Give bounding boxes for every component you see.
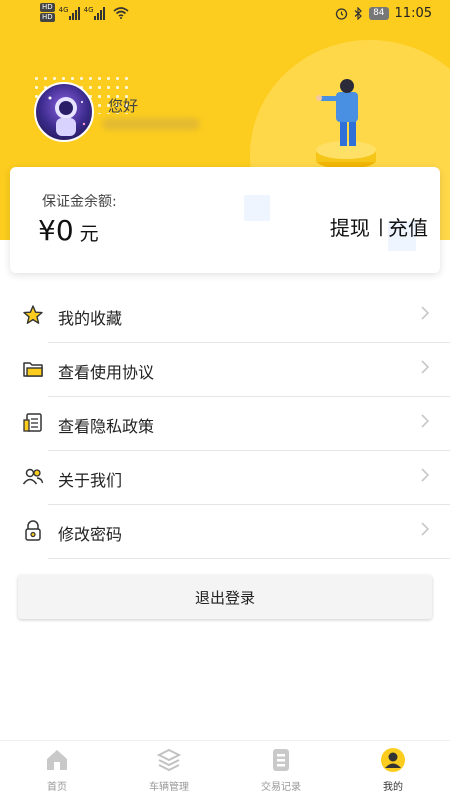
menu-item-about-us[interactable]: 关于我们 <box>0 451 450 505</box>
tab-mine[interactable]: 我的 <box>348 747 438 793</box>
tab-home[interactable]: 首页 <box>12 747 102 793</box>
action-separator: | <box>377 216 384 237</box>
menu-item-favorites[interactable]: 我的收藏 <box>0 289 450 343</box>
signal-icon: 4G <box>84 6 105 20</box>
currency-symbol: ¥ <box>38 214 56 247</box>
battery-indicator: 84 <box>369 7 389 20</box>
star-icon <box>23 305 43 324</box>
menu-item-privacy-policy[interactable]: 查看隐私政策 <box>0 397 450 451</box>
status-bar: HD HD 4G 4G 84 11:05 <box>0 0 450 30</box>
settings-menu: 我的收藏 查看使用协议 查看隐私政策 关于我们 修改密码 <box>0 289 450 559</box>
clock: 11:05 <box>394 6 432 21</box>
home-icon <box>47 750 67 770</box>
withdraw-button[interactable]: 提现 <box>330 212 370 241</box>
deposit-balance-label: 保证金余额: <box>42 194 117 210</box>
wifi-icon <box>113 6 129 19</box>
menu-item-user-agreement[interactable]: 查看使用协议 <box>0 343 450 397</box>
divider <box>48 558 450 559</box>
recharge-button[interactable]: 充值 <box>388 212 428 241</box>
hd-badge: HD <box>40 3 55 12</box>
bottom-tab-bar: 首页 车辆管理 交易记录 我的 <box>0 740 450 800</box>
menu-item-change-password[interactable]: 修改密码 <box>0 505 450 559</box>
balance-card: 保证金余额: ¥0 元 提现 | 充值 <box>10 167 440 273</box>
menu-item-label: 修改密码 <box>58 525 123 544</box>
tab-label: 我的 <box>383 782 403 793</box>
greeting-text: 您好 <box>108 97 139 115</box>
currency-unit: 元 <box>79 223 99 245</box>
chevron-right-icon <box>421 468 430 482</box>
users-icon <box>22 468 44 485</box>
tab-label: 车辆管理 <box>149 782 189 793</box>
signal-icon: 4G <box>59 6 80 20</box>
bluetooth-icon <box>354 7 362 20</box>
cube-decoration <box>244 195 270 221</box>
chevron-right-icon <box>421 360 430 374</box>
document-icon <box>23 413 42 432</box>
tab-transaction-records[interactable]: 交易记录 <box>236 747 326 793</box>
tab-label: 交易记录 <box>261 782 301 793</box>
folder-icon <box>23 362 43 377</box>
logout-button[interactable]: 退出登录 <box>18 575 432 619</box>
tab-vehicle-management[interactable]: 车辆管理 <box>124 747 214 793</box>
list-icon <box>273 749 289 771</box>
menu-item-label: 查看隐私政策 <box>58 417 155 436</box>
blurred-username <box>102 118 200 130</box>
avatar[interactable] <box>34 82 94 142</box>
menu-item-label: 查看使用协议 <box>58 363 155 382</box>
menu-item-label: 我的收藏 <box>58 309 123 328</box>
chevron-right-icon <box>421 522 430 536</box>
network-label: 4G <box>58 5 69 14</box>
lock-icon <box>25 520 41 541</box>
menu-item-label: 关于我们 <box>58 471 123 490</box>
chevron-right-icon <box>421 306 430 320</box>
astronaut-icon <box>48 96 86 136</box>
deposit-balance-amount: ¥0 元 <box>38 214 99 247</box>
chevron-right-icon <box>421 414 430 428</box>
amount-value: 0 <box>55 214 74 247</box>
alarm-icon <box>335 8 348 20</box>
network-label: 4G <box>83 5 94 14</box>
profile-icon <box>381 748 405 772</box>
tab-label: 首页 <box>47 782 67 793</box>
hd-badge: HD <box>40 13 55 22</box>
layers-icon <box>156 748 182 772</box>
